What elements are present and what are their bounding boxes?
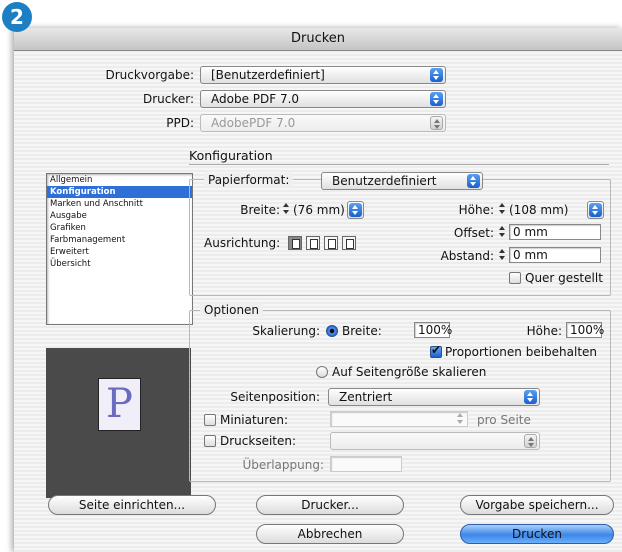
popup-arrows-icon [467,174,480,188]
height-unit-popup[interactable] [587,201,604,219]
paper-format-popup[interactable]: Benutzerdefiniert [321,172,483,190]
list-item-ausgabe[interactable]: Ausgabe [47,210,192,222]
window-title: Drucken [14,28,622,51]
save-preset-button[interactable]: Vorgabe speichern... [460,495,614,515]
landscape-checkbox[interactable] [509,272,521,284]
printer-button[interactable]: Drucker... [256,495,404,515]
width-unit-popup[interactable] [347,201,364,219]
heading-divider [189,164,609,165]
scale-height-field[interactable]: 100% [566,322,604,338]
paper-label: Papierformat: [204,173,294,187]
tiles-checkbox[interactable] [204,435,216,447]
height-value: (108 mm) [509,203,569,217]
offset-label: Offset: [453,226,494,240]
scaling-label: Skalierung: [252,324,320,338]
orientation-landscape-icon[interactable] [306,236,320,250]
page-position-label: Seitenposition: [230,390,320,404]
thumbnails-label: Miniaturen: [220,413,288,427]
page-preview: P [46,348,191,498]
printer-popup[interactable]: Adobe PDF 7.0 [200,90,446,108]
gap-label: Abstand: [440,249,494,263]
list-item-uebersicht[interactable]: Übersicht [47,258,192,270]
height-label: Höhe: [458,203,494,217]
height-stepper-icon[interactable] [498,201,507,217]
width-label: Breite: [240,203,280,217]
gap-field[interactable]: 0 mm [509,247,601,263]
overlap-field [330,456,402,472]
fit-to-page-label: Auf Seitengröße skalieren [332,365,487,379]
list-item-erweitert[interactable]: Erweitert [47,246,192,258]
popup-arrows-icon [589,203,602,217]
popup-arrows-icon [349,203,362,217]
orientation-reverse-portrait-icon[interactable] [324,236,338,250]
per-page-label: pro Seite [477,413,531,427]
popup-arrows-icon [430,92,443,106]
list-item-konfiguration[interactable]: Konfiguration [47,186,192,198]
width-value: (76 mm) [293,203,345,217]
options-heading: Optionen [200,303,264,317]
printer-label: Drucker: [142,92,194,106]
thumbnails-stepper-icon [456,411,465,427]
scale-height-label: Höhe: [526,324,562,338]
printer-value: Adobe PDF 7.0 [211,92,300,106]
thumbnails-checkbox[interactable] [204,414,216,426]
list-item-grafiken[interactable]: Grafiken [47,222,192,234]
landscape-label: Quer gestellt [525,271,603,285]
page-position-popup[interactable]: Zentriert [328,388,540,406]
orientation-label: Ausrichtung: [204,236,281,250]
proportions-checkbox[interactable] [430,343,442,358]
orientation-reverse-landscape-icon[interactable] [342,236,356,250]
preview-page: P [98,378,141,431]
preset-value: [Benutzerdefiniert] [211,68,325,82]
scale-width-radio[interactable] [326,325,338,337]
cancel-button[interactable]: Abbrechen [256,524,404,544]
popup-arrows-icon [524,434,537,448]
ppd-value: AdobePDF 7.0 [211,116,296,130]
offset-stepper-icon[interactable] [498,224,507,240]
proportions-label: Proportionen beibehalten [445,345,598,359]
print-dialog: Drucken Druckvorgabe: [Benutzerdefiniert… [14,28,622,552]
preset-label: Druckvorgabe: [105,68,194,82]
width-stepper-icon[interactable] [282,201,291,217]
overlap-label: Überlappung: [242,458,324,472]
scale-width-label: Breite: [342,324,382,338]
preset-popup[interactable]: [Benutzerdefiniert] [200,66,446,84]
category-list[interactable]: Allgemein Konfiguration Marken und Ansch… [46,173,193,325]
popup-arrows-icon [430,116,443,130]
thumbnails-field [330,411,468,427]
offset-field[interactable]: 0 mm [509,224,601,240]
print-button[interactable]: Drucken [460,524,614,544]
popup-arrows-icon [524,390,537,404]
list-item-allgemein[interactable]: Allgemein [47,174,192,186]
fit-to-page-radio[interactable] [316,366,328,378]
tiles-label: Druckseiten: [220,434,297,448]
ppd-label: PPD: [166,116,194,130]
tiles-popup [330,432,540,450]
gap-stepper-icon[interactable] [498,247,507,263]
paper-format-value: Benutzerdefiniert [332,174,437,188]
ppd-popup: AdobePDF 7.0 [200,114,446,132]
step-number-badge: 2 [2,2,32,32]
konfiguration-heading: Konfiguration [189,148,273,163]
list-item-farbmanagement[interactable]: Farbmanagement [47,234,192,246]
popup-arrows-icon [430,68,443,82]
orientation-portrait-icon[interactable] [288,236,302,250]
scale-width-field[interactable]: 100% [414,322,452,338]
page-setup-button[interactable]: Seite einrichten... [48,495,216,515]
page-position-value: Zentriert [339,390,393,404]
list-item-marken[interactable]: Marken und Anschnitt [47,198,192,210]
